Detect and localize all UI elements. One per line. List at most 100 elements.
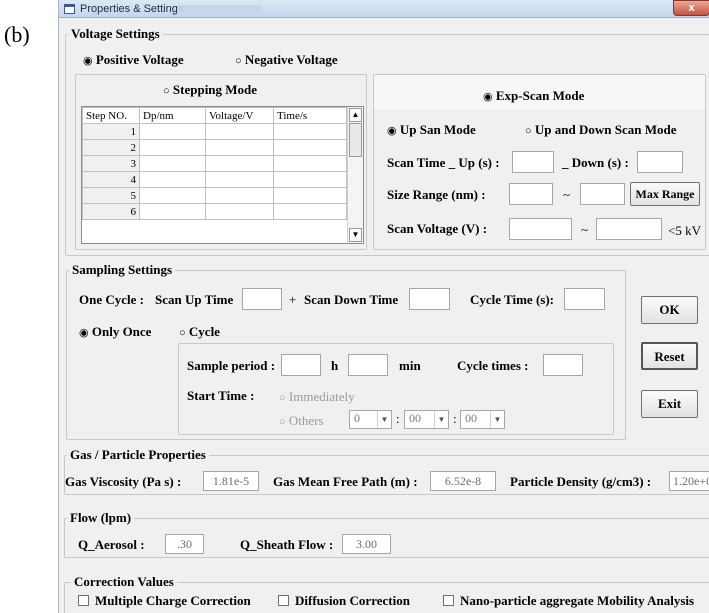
col-header-step-no: Step NO. [82, 107, 140, 124]
row-number: 1 [82, 123, 140, 140]
diffusion-checkbox[interactable]: Diffusion Correction [278, 593, 410, 609]
chevron-down-icon: ▼ [490, 411, 504, 428]
multiple-charge-label: Multiple Charge Correction [95, 593, 251, 608]
col-header-dp: Dp/nm [139, 107, 206, 124]
exit-button[interactable]: Exit [641, 390, 698, 418]
particle-density-field[interactable]: 1.20e+0 [669, 471, 709, 491]
mean-free-path-field[interactable]: 6.52e-8 [430, 471, 496, 491]
chevron-down-icon: ▼ [434, 411, 448, 428]
nano-aggregate-label: Nano-particle aggregate Mobility Analysi… [460, 593, 695, 608]
positive-voltage-radio[interactable]: ◉ Positive Voltage [83, 52, 184, 68]
table-row[interactable]: 5 [82, 187, 347, 204]
scan-time-down-input[interactable] [637, 151, 683, 173]
radio-empty-icon: ○ [163, 85, 170, 97]
size-range-min-input[interactable] [509, 183, 553, 205]
cycle-time-input[interactable] [564, 288, 605, 310]
time-colon: : [453, 411, 457, 426]
exp-scan-label: Exp-Scan Mode [495, 88, 585, 103]
scan-up-time-input[interactable] [242, 288, 282, 310]
table-row[interactable]: 3 [82, 155, 347, 172]
col-header-time: Time/s [273, 107, 347, 124]
scroll-thumb[interactable] [349, 123, 362, 157]
one-cycle-label: One Cycle : [79, 292, 144, 307]
table-row[interactable]: 6 [82, 203, 347, 220]
figure-label: (b) [4, 22, 30, 47]
nano-aggregate-checkbox[interactable]: Nano-particle aggregate Mobility Analysi… [443, 593, 694, 609]
scan-voltage-max-input[interactable] [596, 218, 662, 240]
radio-empty-icon: ○ [279, 392, 286, 404]
row-number: 5 [82, 187, 140, 204]
sheath-flow-label: Q_Sheath Flow : [240, 537, 334, 552]
ok-button[interactable]: OK [641, 296, 698, 324]
start-minute-select[interactable]: 00 ▼ [404, 410, 449, 429]
scan-down-time-input[interactable] [409, 288, 450, 310]
start-hour-value: 0 [354, 411, 360, 425]
max-range-button[interactable]: Max Range [630, 182, 700, 206]
title-redacted [177, 5, 263, 13]
cycle-times-label: Cycle times : [457, 358, 529, 373]
step-table[interactable]: Step NO. Dp/nm Voltage/V Time/s 1 2 3 4 … [81, 106, 364, 244]
scan-down-time-label: Scan Down Time [304, 292, 399, 307]
properties-settings-window: Properties & Settings x Voltage Settings… [58, 0, 709, 613]
gas-particle-label: Gas / Particle Properties [67, 447, 209, 463]
up-scan-radio[interactable]: ◉ Up San Mode [387, 122, 476, 138]
stepping-mode-label: Stepping Mode [172, 82, 258, 97]
hours-unit: h [331, 358, 339, 373]
immediately-radio[interactable]: ○ Immediately [279, 389, 355, 405]
aerosol-flow-label: Q_Aerosol : [78, 537, 145, 552]
window-title: Properties & Settings [80, 3, 184, 15]
table-row[interactable]: 2 [82, 139, 347, 156]
start-time-label: Start Time : [187, 388, 255, 403]
table-row[interactable]: 1 [82, 123, 347, 140]
radio-selected-icon: ◉ [83, 55, 93, 67]
aerosol-flow-field[interactable]: .30 [165, 534, 204, 554]
positive-voltage-label: Positive Voltage [95, 52, 184, 67]
gas-viscosity-field[interactable]: 1.81e-5 [203, 471, 259, 491]
radio-empty-icon: ○ [525, 125, 532, 137]
negative-voltage-radio[interactable]: ○ Negative Voltage [235, 52, 338, 68]
only-once-label: Only Once [91, 324, 152, 339]
immediately-label: Immediately [288, 389, 355, 404]
radio-empty-icon: ○ [179, 327, 186, 339]
up-down-scan-radio[interactable]: ○ Up and Down Scan Mode [525, 122, 677, 138]
scan-voltage-min-input[interactable] [509, 218, 572, 240]
table-scrollbar[interactable]: ▲ ▼ [347, 107, 363, 243]
row-number: 4 [82, 171, 140, 188]
close-button[interactable]: x [673, 0, 709, 16]
sample-period-minutes-input[interactable] [348, 354, 388, 376]
reset-button[interactable]: Reset [641, 342, 698, 370]
title-bar: Properties & Settings x [59, 0, 709, 18]
scroll-up-icon[interactable]: ▲ [349, 108, 362, 122]
cycle-radio[interactable]: ○ Cycle [179, 324, 220, 340]
radio-empty-icon: ○ [279, 416, 286, 428]
row-number: 3 [82, 155, 140, 172]
multiple-charge-checkbox[interactable]: Multiple Charge Correction [78, 593, 251, 609]
table-row[interactable]: 4 [82, 171, 347, 188]
scroll-down-icon[interactable]: ▼ [349, 228, 362, 242]
up-scan-label: Up San Mode [399, 122, 476, 137]
others-radio[interactable]: ○ Others [279, 413, 324, 429]
start-hour-select[interactable]: 0 ▼ [349, 410, 392, 429]
voltage-settings-label: Voltage Settings [68, 26, 163, 42]
cycle-times-input[interactable] [543, 354, 583, 376]
plus-sign: + [289, 292, 297, 307]
stepping-mode-radio[interactable]: ○ Stepping Mode [163, 82, 257, 98]
scan-time-up-input[interactable] [512, 151, 554, 173]
diffusion-label: Diffusion Correction [295, 593, 410, 608]
start-second-select[interactable]: 00 ▼ [460, 410, 505, 429]
size-range-max-input[interactable] [580, 183, 625, 205]
scan-time-up-label: Scan Time _ Up (s) : [387, 155, 500, 170]
sheath-flow-field[interactable]: 3.00 [342, 534, 391, 554]
sampling-settings-label: Sampling Settings [69, 262, 176, 278]
only-once-radio[interactable]: ◉ Only Once [79, 324, 151, 340]
checkbox-unchecked-icon [443, 595, 454, 606]
up-down-scan-label: Up and Down Scan Mode [534, 122, 677, 137]
radio-empty-icon: ○ [235, 55, 242, 67]
row-number: 6 [82, 203, 140, 220]
start-minute-value: 00 [409, 411, 421, 425]
sample-period-hours-input[interactable] [281, 354, 321, 376]
exp-scan-radio[interactable]: ◉ Exp-Scan Mode [483, 88, 584, 104]
particle-density-label: Particle Density (g/cm3) : [510, 474, 652, 489]
row-number: 2 [82, 139, 140, 156]
scan-voltage-label: Scan Voltage (V) : [387, 221, 488, 236]
